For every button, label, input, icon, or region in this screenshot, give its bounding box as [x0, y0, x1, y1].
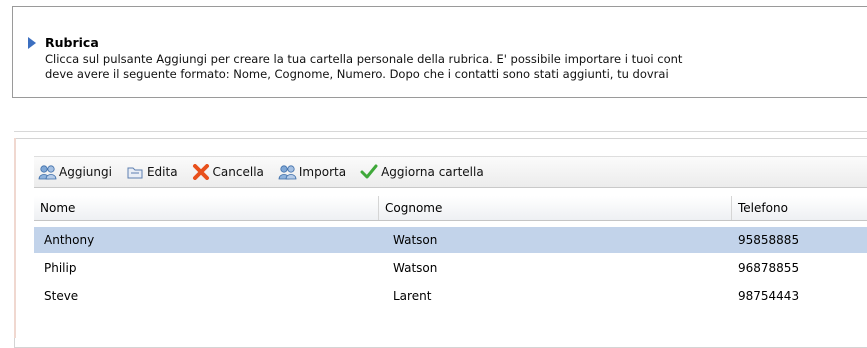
cell-telefono: 95858885 [738, 233, 800, 247]
import-button[interactable]: Importa [274, 160, 350, 184]
column-header-cognome[interactable]: Cognome [379, 196, 732, 220]
users-import-icon [278, 164, 297, 180]
cell-nome: Philip [44, 261, 77, 275]
add-button-label: Aggiungi [59, 165, 112, 179]
cell-cognome: Watson [393, 233, 438, 247]
delete-button-label: Cancella [212, 165, 264, 179]
delete-x-icon [192, 164, 210, 180]
table-row[interactable]: Anthony Watson 95858885 [34, 227, 867, 253]
cell-telefono: 98754443 [738, 289, 800, 303]
refresh-folder-button-label: Aggiorna cartella [381, 165, 484, 179]
column-header-telefono[interactable]: Telefono [732, 196, 867, 220]
cell-nome: Steve [44, 289, 79, 303]
info-text-line-1: Clicca sul pulsante Aggiungi per creare … [45, 52, 683, 66]
expand-arrow-icon[interactable] [28, 37, 36, 49]
edit-button-label: Edita [146, 165, 178, 179]
folder-edit-icon [126, 164, 144, 180]
delete-button[interactable]: Cancella [188, 160, 268, 184]
cell-cognome: Larent [393, 289, 432, 303]
panel-edge [14, 138, 16, 338]
table-header: Nome Cognome Telefono [34, 196, 867, 221]
info-text-line-2: deve avere il seguente formato: Nome, Co… [45, 67, 669, 81]
cell-cognome: Watson [393, 261, 438, 275]
table-row[interactable]: Steve Larent 98754443 [34, 283, 867, 309]
section-title: Rubrica [45, 35, 99, 50]
column-header-nome[interactable]: Nome [34, 196, 379, 220]
toolbar: Aggiungi Edita Cancella Importa Aggiorna… [34, 156, 867, 188]
check-icon [360, 164, 378, 180]
info-panel: Rubrica Clicca sul pulsante Aggiungi per… [12, 6, 867, 98]
cell-telefono: 96878855 [738, 261, 800, 275]
add-button[interactable]: Aggiungi [34, 160, 116, 184]
edit-button[interactable]: Edita [122, 160, 182, 184]
refresh-folder-button[interactable]: Aggiorna cartella [356, 160, 488, 184]
table-row[interactable]: Philip Watson 96878855 [34, 255, 867, 281]
divider [14, 131, 867, 132]
import-button-label: Importa [298, 165, 347, 179]
users-add-icon [38, 164, 57, 180]
cell-nome: Anthony [44, 233, 95, 247]
